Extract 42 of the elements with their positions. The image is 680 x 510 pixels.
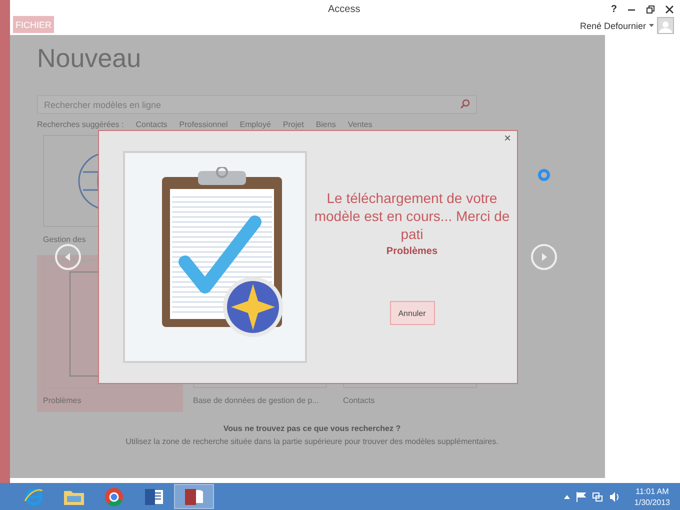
suggestion-link[interactable]: Projet [282, 120, 304, 132]
round-browser-icon [104, 486, 124, 506]
cancel-button[interactable]: Annuler [390, 301, 434, 325]
loading-spinner-icon [538, 169, 550, 181]
dialog-close-button[interactable]: × [504, 131, 511, 145]
page-heading: Nouveau [37, 43, 142, 75]
avatar [657, 17, 674, 34]
suggested-label: Recherches suggérées : [37, 120, 124, 131]
up-arrow-icon[interactable] [564, 494, 570, 498]
user-name[interactable]: René Defournier [580, 20, 646, 30]
footer-title: Vous ne trouvez pas ce que vous recherchez ? [223, 424, 401, 433]
search-icon[interactable] [460, 99, 470, 109]
help-button[interactable]: ? [610, 4, 617, 14]
right-triangle-icon [540, 253, 548, 261]
template-label: Problèmes [43, 396, 82, 406]
close-icon[interactable] [665, 4, 674, 14]
file-tab[interactable]: FICHIER [13, 16, 54, 33]
template-label: Gestion des [43, 235, 87, 245]
flag-icon[interactable] [576, 492, 586, 502]
suggestion-link[interactable]: Contacts [136, 120, 168, 132]
left-triangle-icon [64, 253, 72, 261]
template-label: Base de données de gestion de p... [193, 396, 320, 406]
suggestion-link[interactable]: Employé [240, 120, 271, 132]
document-app-icon [144, 486, 164, 506]
suggestion-link[interactable]: Biens [316, 120, 336, 132]
footer-text: Utilisez la zone de recherche située dans la partie supérieure pour trouver des modèles supplémentaires. [126, 437, 498, 446]
template-name: Problèmes [386, 246, 438, 257]
caret-icon[interactable] [649, 24, 654, 28]
speaker-icon[interactable] [609, 492, 620, 502]
download-message: Le téléchargement de votre modèle est en cours... Merci de pati [313, 189, 511, 243]
browser-e-icon [24, 486, 44, 506]
template-label: Contacts [343, 396, 376, 406]
restore-icon[interactable] [646, 4, 655, 14]
previous-button[interactable] [55, 244, 81, 270]
clock[interactable]: 11:01 AM 1/30/2013 [634, 486, 670, 508]
taskbar-app[interactable] [174, 484, 214, 509]
window-title: Access [328, 4, 360, 15]
network-icon[interactable] [592, 492, 604, 502]
suggestion-link[interactable]: Ventes [348, 120, 372, 132]
search-field[interactable]: Rechercher modèles en ligne [37, 95, 477, 114]
suggestion-link[interactable]: Professionnel [179, 120, 228, 132]
database-app-icon [184, 486, 204, 506]
